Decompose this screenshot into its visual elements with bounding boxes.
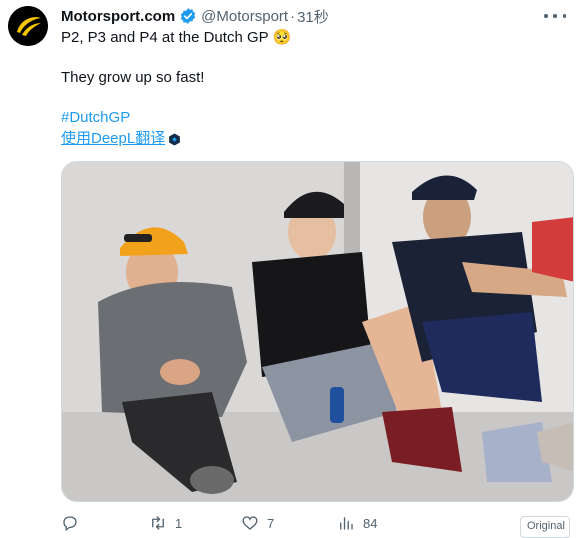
post-text-line-2: They grow up so fast! [61,69,205,86]
reply-icon [63,516,77,532]
repost-count: 1 [175,515,183,531]
more-icon[interactable] [544,8,566,24]
action-bar: 1 7 84 [61,514,574,534]
like-button[interactable]: 7 [241,514,274,532]
post-header: Motorsport.com @Motorsport · 31秒 [61,6,329,26]
original-badge[interactable]: Original [520,516,570,538]
header-separator: · [290,7,296,25]
like-count: 7 [267,515,275,531]
views-count: 84 [363,515,378,531]
views-icon [340,517,353,530]
drivers-photo-image [62,162,573,501]
reply-button[interactable] [61,514,87,532]
motorsport-logo-icon [8,6,48,46]
post-photo[interactable] [61,161,574,502]
like-icon [242,516,258,530]
verified-badge-icon [180,8,196,24]
author-avatar[interactable] [8,6,48,46]
author-handle[interactable]: @Motorsport [201,8,288,25]
hashtag-link[interactable]: #DutchGP [61,108,130,128]
post-text-line-1: P2, P3 and P4 at the Dutch GP 🥺 [61,29,292,46]
translate-link[interactable]: 使用DeepL翻译 [61,129,181,149]
repost-icon [152,516,164,530]
translate-icon [169,132,181,146]
translate-label: 使用DeepL翻译 [61,130,166,147]
views-button[interactable]: 84 [337,514,377,532]
author-name[interactable]: Motorsport.com [61,8,175,25]
post-time[interactable]: 31秒 [297,6,329,27]
repost-button[interactable]: 1 [149,514,182,532]
